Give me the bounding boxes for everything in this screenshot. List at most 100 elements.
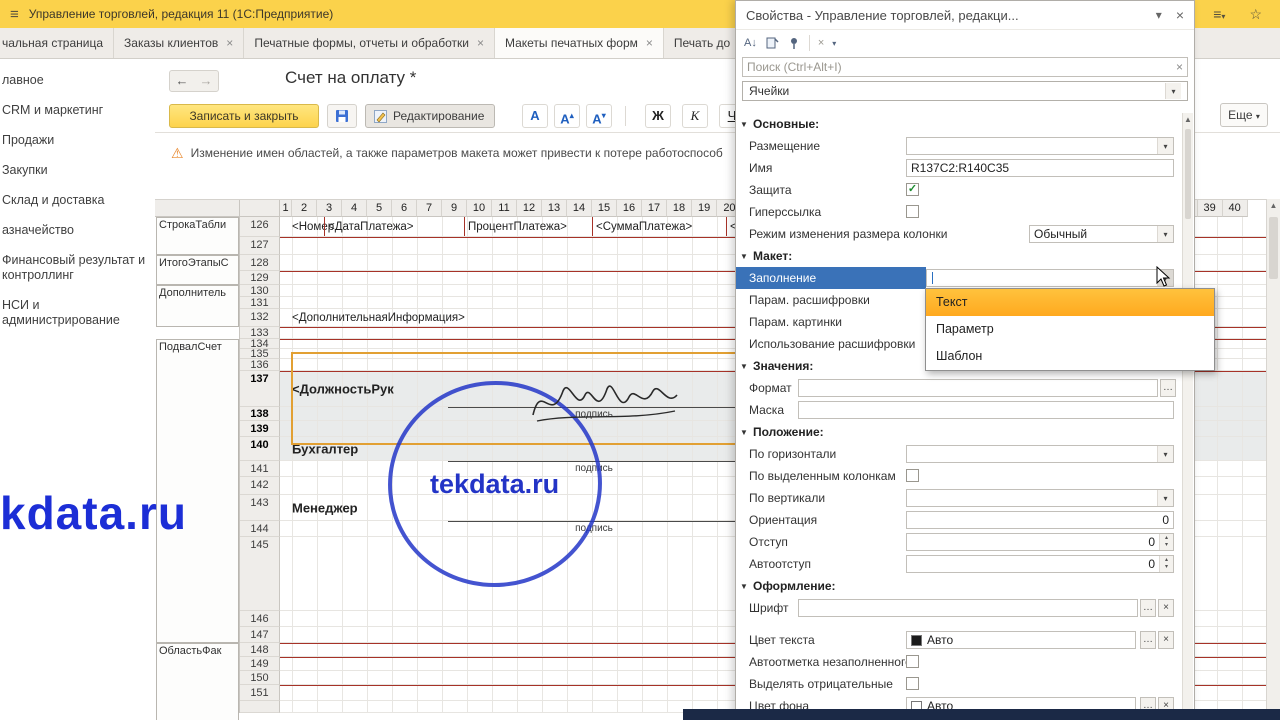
font-button[interactable]: А: [522, 104, 548, 128]
column-header[interactable]: 10: [467, 200, 492, 217]
font-decrease-button[interactable]: А: [586, 104, 612, 128]
ellipsis-button[interactable]: …: [1160, 379, 1176, 397]
tab-close-icon[interactable]: ×: [646, 36, 653, 50]
column-header[interactable]: 14: [567, 200, 592, 217]
property-control[interactable]: 0 ▴ ▾: [906, 555, 1174, 573]
dropdown-item[interactable]: Шаблон: [926, 343, 1214, 370]
property-control[interactable]: ▾: [906, 137, 1174, 155]
sort-az-icon[interactable]: А↓: [744, 37, 757, 49]
property-control[interactable]: [798, 599, 1138, 617]
dropdown-item[interactable]: Параметр: [926, 316, 1214, 343]
checkbox[interactable]: [906, 469, 919, 482]
checkbox[interactable]: [906, 205, 919, 218]
font-increase-button[interactable]: А: [554, 104, 580, 128]
panel-close-icon[interactable]: ×: [1176, 7, 1184, 23]
column-header[interactable]: 39: [1197, 200, 1223, 217]
area-name[interactable]: ОбластьФак: [156, 643, 239, 720]
pin-icon[interactable]: [787, 36, 801, 50]
property-control[interactable]: ▾: [906, 445, 1174, 463]
property-control[interactable]: ▾: [926, 269, 1174, 287]
column-header[interactable]: 15: [592, 200, 617, 217]
row-header[interactable]: 135: [240, 349, 280, 359]
object-selector[interactable]: Ячейки ▾: [742, 81, 1188, 101]
column-header[interactable]: 5: [367, 200, 392, 217]
row-header[interactable]: 144: [240, 521, 280, 537]
row-header[interactable]: 131: [240, 297, 280, 309]
dropdown-button[interactable]: ▾: [1157, 446, 1173, 462]
area-name[interactable]: Дополнитель: [156, 285, 239, 327]
sidebar-item[interactable]: Финансовый результат и контроллинг: [2, 253, 151, 283]
row-header[interactable]: 134: [240, 339, 280, 349]
row-header[interactable]: 141: [240, 461, 280, 477]
property-control[interactable]: [798, 379, 1158, 397]
row-header[interactable]: 150: [240, 671, 280, 685]
pin-page-icon[interactable]: [765, 36, 779, 50]
section-header[interactable]: ▼ Положение:: [736, 421, 1182, 443]
row-header[interactable]: 136: [240, 359, 280, 371]
dropdown-button[interactable]: ▾: [1165, 83, 1181, 99]
italic-button[interactable]: К: [682, 104, 708, 128]
tab-close-icon[interactable]: ×: [477, 36, 484, 50]
property-control[interactable]: Авто: [906, 631, 1136, 649]
row-header[interactable]: 149: [240, 657, 280, 671]
row-header[interactable]: 132: [240, 309, 280, 327]
search-clear-icon[interactable]: ×: [1176, 60, 1183, 74]
scroll-thumb[interactable]: [1185, 129, 1191, 219]
dropdown-button[interactable]: ▾: [1157, 138, 1173, 154]
property-control[interactable]: Обычный ▾: [1029, 225, 1174, 243]
dropdown-button[interactable]: ▾: [1157, 270, 1173, 286]
scroll-up-icon[interactable]: ▲: [1183, 113, 1193, 127]
main-menu-icon[interactable]: ≡: [10, 6, 19, 23]
spinner[interactable]: ▴ ▾: [1159, 534, 1173, 550]
column-header[interactable]: 1: [280, 200, 292, 217]
scroll-up-icon[interactable]: ▲: [1267, 199, 1280, 213]
tab-3[interactable]: Печатные формы, отчеты и обработки ×: [244, 28, 495, 58]
column-header[interactable]: 17: [642, 200, 667, 217]
property-control[interactable]: ▾: [906, 489, 1174, 507]
clear-button[interactable]: ×: [1158, 631, 1174, 649]
column-header[interactable]: 3: [317, 200, 342, 217]
column-header[interactable]: 11: [492, 200, 517, 217]
spinner[interactable]: ▴ ▾: [1159, 556, 1173, 572]
row-header[interactable]: 129: [240, 271, 280, 285]
row-header[interactable]: 146: [240, 611, 280, 627]
area-name[interactable]: ИтогоЭтапыС: [156, 255, 239, 285]
column-header[interactable]: 16: [617, 200, 642, 217]
property-control[interactable]: 0 ▴ ▾: [906, 533, 1174, 551]
row-header[interactable]: 147: [240, 627, 280, 643]
chevron-down-icon[interactable]: ▾: [832, 39, 836, 48]
row-header[interactable]: 148: [240, 643, 280, 657]
row-header[interactable]: 130: [240, 285, 280, 297]
row-header[interactable]: 126: [240, 217, 280, 237]
column-header[interactable]: 18: [667, 200, 692, 217]
tab-4[interactable]: Макеты печатных форм ×: [494, 28, 664, 58]
row-header[interactable]: 151: [240, 685, 280, 701]
row-header[interactable]: 128: [240, 255, 280, 271]
sidebar-item[interactable]: Закупки: [2, 163, 151, 178]
column-header[interactable]: 19: [692, 200, 718, 217]
checkbox[interactable]: [906, 677, 919, 690]
save-and-close-button[interactable]: Записать и закрыть: [169, 104, 319, 128]
sidebar-item[interactable]: CRM и маркетинг: [2, 103, 151, 118]
column-header[interactable]: 6: [392, 200, 417, 217]
row-header[interactable]: 143: [240, 495, 280, 521]
favorites-star-icon[interactable]: ☆: [1249, 6, 1262, 23]
property-control[interactable]: [798, 401, 1174, 419]
panel-chevron-icon[interactable]: ▾: [1156, 8, 1162, 22]
sidebar-item[interactable]: Склад и доставка: [2, 193, 151, 208]
row-header[interactable]: 137: [240, 371, 280, 407]
row-header[interactable]: 145: [240, 537, 280, 611]
column-header[interactable]: 4: [342, 200, 367, 217]
column-header[interactable]: 2: [292, 200, 317, 217]
section-header[interactable]: ▼ Оформление:: [736, 575, 1182, 597]
column-header[interactable]: 9: [442, 200, 467, 217]
dropdown-button[interactable]: ▾: [1157, 490, 1173, 506]
dropdown-button[interactable]: ▾: [1157, 226, 1173, 242]
sidebar-item[interactable]: НСИ и администрирование: [2, 298, 151, 328]
section-header[interactable]: ▼ Основные:: [736, 113, 1182, 135]
panel-scrollbar[interactable]: ▲: [1182, 113, 1193, 718]
sidebar-item[interactable]: лавное: [2, 73, 151, 88]
sidebar-item[interactable]: Продажи: [2, 133, 151, 148]
property-control[interactable]: 0: [906, 511, 1174, 529]
back-arrow-icon[interactable]: ←: [170, 71, 194, 91]
